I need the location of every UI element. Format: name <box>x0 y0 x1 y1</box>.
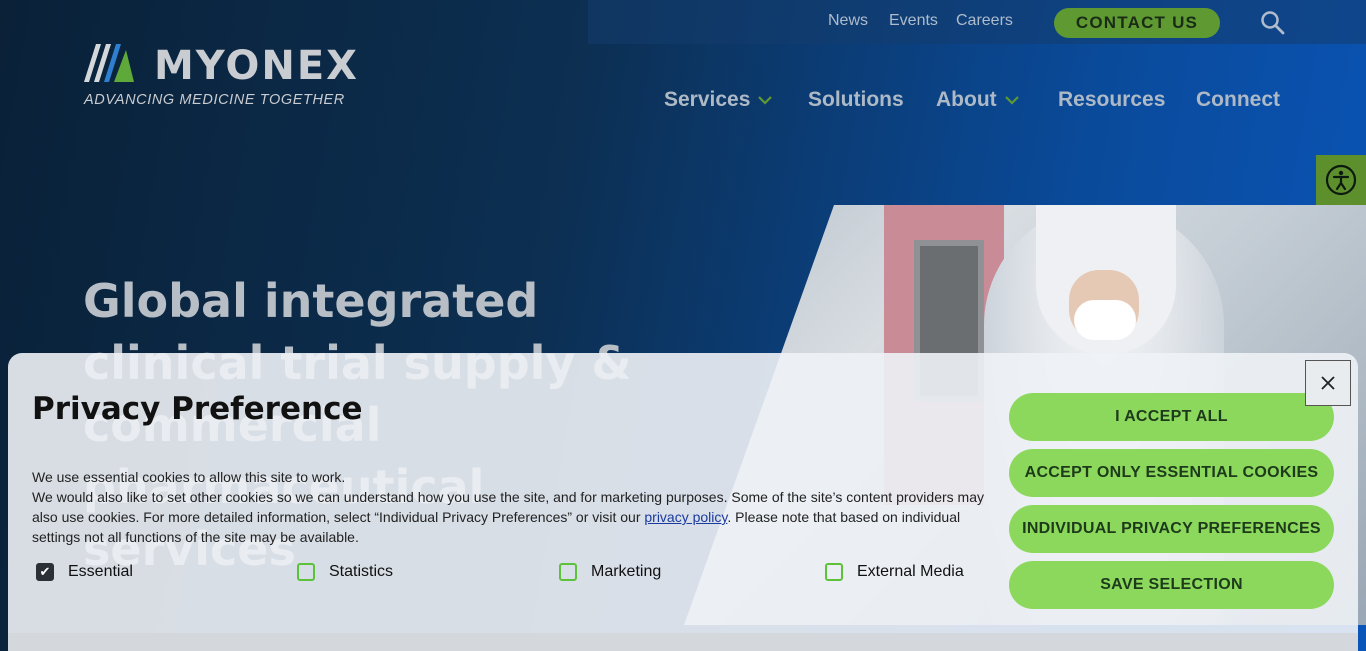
close-button[interactable] <box>1305 360 1351 406</box>
individual-preferences-button[interactable]: INDIVIDUAL PRIVACY PREFERENCES <box>1009 505 1334 553</box>
accept-all-button[interactable]: I ACCEPT ALL <box>1009 393 1334 441</box>
brand-name: MYONEX <box>154 43 359 89</box>
logo-mark-icon <box>84 44 134 82</box>
accept-essential-button[interactable]: ACCEPT ONLY ESSENTIAL COOKIES <box>1009 449 1334 497</box>
nav-item-about[interactable]: About <box>936 88 1019 112</box>
privacy-dialog: Privacy Preference We use essential cook… <box>8 353 1358 651</box>
checkbox-label: External Media <box>857 563 964 580</box>
checkbox-label: Essential <box>68 563 133 580</box>
checkbox-label: Statistics <box>329 563 394 580</box>
nav-label: About <box>936 88 997 111</box>
nav-item-services[interactable]: Services <box>664 88 773 112</box>
nav-label: Services <box>664 88 751 111</box>
brand-tagline: ADVANCING MEDICINE TOGETHER <box>84 92 345 108</box>
nav-label: Solutions <box>808 88 904 111</box>
cookie-checkboxes: ✔ Essential Statistics Marketing Externa… <box>32 563 992 587</box>
accessibility-icon <box>1325 164 1357 196</box>
util-link-news[interactable]: News <box>828 12 868 30</box>
privacy-policy-link[interactable]: privacy policy <box>644 509 727 525</box>
checkbox-label: Marketing <box>591 563 662 580</box>
nav-label: Connect <box>1196 88 1280 111</box>
checkbox-empty-icon[interactable] <box>559 563 577 581</box>
save-selection-button[interactable]: SAVE SELECTION <box>1009 561 1334 609</box>
nav-item-solutions[interactable]: Solutions <box>808 88 904 112</box>
checkbox-statistics[interactable]: Statistics <box>297 563 393 581</box>
checkbox-marketing[interactable]: Marketing <box>559 563 661 581</box>
nav-item-connect[interactable]: Connect <box>1196 88 1280 112</box>
privacy-description: We use essential cookies to allow this s… <box>32 467 992 547</box>
search-icon[interactable] <box>1260 10 1286 36</box>
util-link-events[interactable]: Events <box>889 12 938 30</box>
nav-item-resources[interactable]: Resources <box>1058 88 1165 112</box>
checkbox-checked-icon[interactable]: ✔ <box>36 563 54 581</box>
checkbox-external-media[interactable]: External Media <box>825 563 964 581</box>
util-link-careers[interactable]: Careers <box>956 12 1013 30</box>
brand-logo[interactable]: MYONEX ADVANCING MEDICINE TOGETHER <box>84 44 374 110</box>
privacy-line-2: We would also like to set other cookies … <box>32 487 992 547</box>
chevron-down-icon <box>1004 96 1019 105</box>
checkbox-empty-icon[interactable] <box>825 563 843 581</box>
accessibility-button[interactable] <box>1316 155 1366 205</box>
dialog-footer <box>8 633 1358 651</box>
close-icon <box>1321 376 1335 390</box>
contact-us-button[interactable]: CONTACT US <box>1054 8 1220 38</box>
checkbox-essential[interactable]: ✔ Essential <box>36 563 133 581</box>
checkbox-empty-icon[interactable] <box>297 563 315 581</box>
privacy-title: Privacy Preference <box>32 391 363 427</box>
nav-label: Resources <box>1058 88 1166 111</box>
privacy-line-1: We use essential cookies to allow this s… <box>32 469 346 485</box>
chevron-down-icon <box>758 96 773 105</box>
